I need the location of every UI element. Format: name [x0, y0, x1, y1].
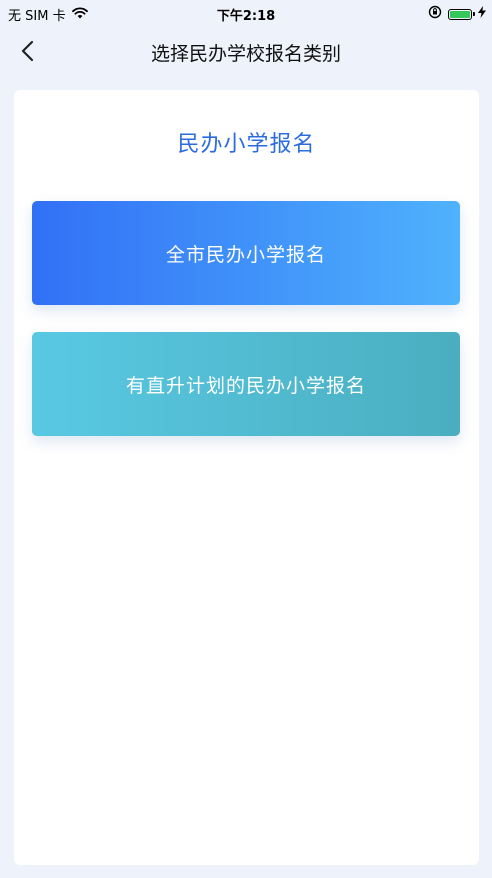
orientation-lock-icon: [428, 5, 442, 23]
citywide-private-primary-registration-button[interactable]: 全市民办小学报名: [32, 201, 460, 305]
status-time: 下午2:18: [216, 9, 276, 24]
option-label: 全市民办小学报名: [165, 243, 326, 266]
battery-level: [450, 10, 470, 18]
nav-bar: 选择民办学校报名类别: [0, 26, 492, 76]
direct-promotion-private-primary-registration-button[interactable]: 有直升计划的民办小学报名: [32, 332, 460, 436]
page-title: 选择民办学校报名类别: [150, 43, 341, 65]
charging-icon: [478, 6, 486, 22]
section-title: 民办小学报名: [175, 126, 318, 162]
content-card: 民办小学报名 全市民办小学报名 有直升计划的民办小学报名: [14, 90, 479, 865]
status-bar: 无 SIM 卡 下午2:18: [0, 0, 492, 26]
status-right: [428, 5, 486, 23]
section-header: 民办小学报名: [14, 126, 479, 162]
battery-icon: [448, 8, 475, 20]
option-label: 有直升计划的民办小学报名: [125, 374, 366, 397]
